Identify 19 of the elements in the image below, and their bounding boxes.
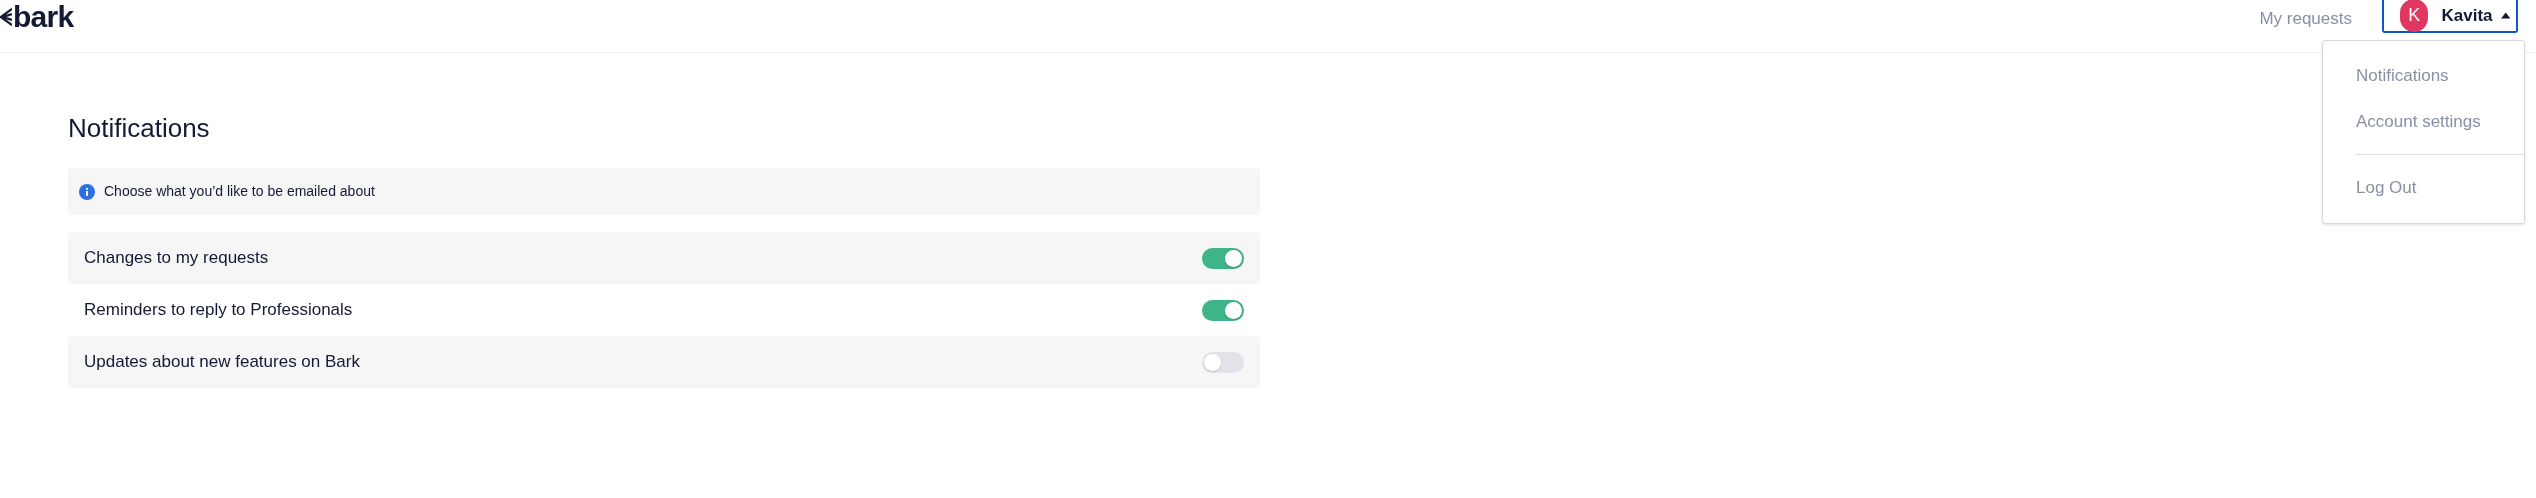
info-text: Choose what you’d like to be emailed about	[104, 182, 375, 201]
setting-label: Changes to my requests	[84, 247, 269, 270]
info-icon	[79, 183, 95, 200]
menu-item[interactable]: Account settings	[2323, 98, 2524, 144]
user-menu-button[interactable]: K Kavita	[2382, 0, 2518, 33]
setting-label: Updates about new features on Bark	[84, 351, 360, 374]
caret-up-icon	[2500, 12, 2510, 19]
page-title: Notifications	[68, 115, 211, 141]
avatar: K	[2400, 0, 2429, 32]
setting-label: Reminders to reply to Professionals	[84, 299, 353, 322]
my-requests-link[interactable]: My requests	[2259, 6, 2352, 32]
menu-item[interactable]: Notifications	[2323, 53, 2524, 99]
toggle-switch[interactable]	[1202, 247, 1244, 269]
logo-mark-icon	[0, 6, 12, 27]
menu-item[interactable]: Log Out	[2323, 165, 2524, 211]
toggle-switch[interactable]	[1202, 351, 1244, 373]
toggle-switch[interactable]	[1202, 299, 1244, 321]
logo[interactable]: bark	[0, 0, 74, 33]
user-name: Kavita	[2441, 4, 2493, 27]
